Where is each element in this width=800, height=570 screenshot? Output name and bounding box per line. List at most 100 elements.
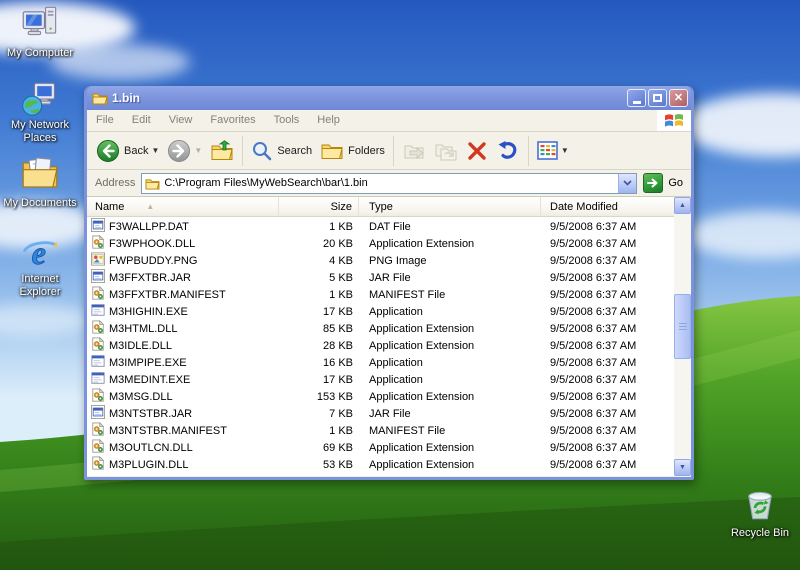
file-size: 53 KB [323,458,353,471]
file-name: M3NTSTBR.JAR [109,407,193,420]
forward-icon [168,139,191,162]
folders-button[interactable]: Folders [316,139,389,163]
menu-item-help[interactable]: Help [308,110,349,131]
address-input[interactable]: C:\Program Files\MyWebSearch\bar\1.bin [164,177,618,189]
file-type-icon [91,422,105,439]
desktop-icon-my-network-places[interactable]: My Network Places [0,80,80,146]
column-header-type[interactable]: Type [359,197,541,216]
desktop-icon-internet-explorer[interactable]: e Internet Explorer [0,234,80,300]
close-button[interactable]: ✕ [669,89,688,107]
menu-item-view[interactable]: View [160,110,202,131]
file-row[interactable]: M3IMPIPE.EXE 16 KB Application 9/5/2008 6:3… [87,354,674,371]
desktop-icon-my-documents[interactable]: My Documents [0,154,80,211]
file-row[interactable]: M3HIGHIN.EXE 17 KB Application 9/5/2008 6:3… [87,303,674,320]
views-button[interactable]: ▼ [533,139,573,162]
file-row[interactable]: M3FFXTBR.JAR 5 KB JAR File 9/5/2008 6:37 AM [87,269,674,286]
address-combo[interactable]: C:\Program Files\MyWebSearch\bar\1.bin [141,172,638,194]
scroll-up-button[interactable]: ▲ [674,197,691,214]
file-row[interactable]: FWPBUDDY.PNG 4 KB PNG Image 9/5/2008 6:37 A… [87,252,674,269]
column-header-name[interactable]: Name ▲ [87,197,279,216]
file-size: 1 KB [329,220,353,233]
toolbar-separator [527,135,529,166]
chevron-down-icon: ▼ [151,146,160,155]
file-type: JAR File [369,407,411,420]
go-arrow-icon [647,178,658,188]
chevron-down-icon [623,180,632,186]
file-type: Application Extension [369,339,475,352]
folder-icon [145,178,160,190]
file-row[interactable]: F3WPHOOK.DLL 20 KB Application Extension 9/… [87,235,674,252]
menu-item-favorites[interactable]: Favorites [201,110,264,131]
column-header-date-modified[interactable]: Date Modified [541,197,674,216]
file-row[interactable]: M3IDLE.DLL 28 KB Application Extension 9/5/… [87,337,674,354]
menu-item-file[interactable]: File [87,110,123,131]
file-list: Name ▲ Size Type Date Modified F3WALLPP.… [87,197,691,476]
file-row[interactable]: M3HTML.DLL 85 KB Application Extension 9/5/… [87,320,674,337]
minimize-button[interactable] [627,89,646,107]
sort-ascending-icon: ▲ [146,202,155,211]
explorer-window: 1.bin ✕ File Edit View Favorites Tools Help [84,86,694,480]
search-button[interactable]: Search [247,138,316,164]
file-date-modified: 9/5/2008 6:37 AM [550,458,637,471]
file-date-modified: 9/5/2008 6:37 AM [550,305,637,318]
file-date-modified: 9/5/2008 6:37 AM [550,271,637,284]
file-type: Application [369,373,423,386]
menu-item-tools[interactable]: Tools [265,110,309,131]
file-date-modified: 9/5/2008 6:37 AM [550,424,637,437]
file-type: DAT File [369,220,411,233]
file-type-icon [91,235,105,252]
scrollbar-thumb[interactable] [674,294,691,359]
file-row[interactable]: F3WALLPP.DAT 1 KB DAT File 9/5/2008 6:37 AM [87,218,674,235]
address-dropdown-button[interactable] [618,173,637,193]
internet-explorer-icon: e [20,234,60,273]
file-row[interactable]: M3MEDINT.EXE 17 KB Application 9/5/2008 6:3… [87,371,674,388]
file-date-modified: 9/5/2008 6:37 AM [550,441,637,454]
file-type: Application Extension [369,390,475,403]
file-name: FWPBUDDY.PNG [109,254,198,267]
file-name: M3PLUGIN.DLL [109,458,189,471]
move-to-button[interactable] [398,138,430,164]
chevron-down-icon: ▼ [560,146,569,155]
file-row[interactable]: M3OUTLCN.DLL 69 KB Application Extension 9/… [87,439,674,456]
file-type-icon [91,337,105,354]
search-icon [253,141,272,160]
file-size: 1 KB [329,288,353,301]
title-bar[interactable]: 1.bin ✕ [87,86,691,110]
delete-button[interactable] [462,138,492,164]
file-name: M3FFXTBR.JAR [109,271,191,284]
vertical-scrollbar[interactable]: ▲ ▼ [674,197,691,476]
search-label: Search [277,144,313,157]
back-button[interactable]: Back ▼ [92,137,163,165]
desktop-icon-recycle-bin[interactable]: Recycle Bin [720,484,800,541]
toolbar: Back ▼ ▼ Search Folders ▼ [87,132,691,170]
file-size: 28 KB [323,339,353,352]
file-type: Application Extension [369,441,475,454]
my-computer-icon [20,4,60,42]
forward-button[interactable]: ▼ [163,137,206,165]
windows-flag-icon [665,113,683,127]
file-row[interactable]: M3NTSTBR.MANIFEST 1 KB MANIFEST File 9/5/20… [87,422,674,439]
desktop-icon-my-computer[interactable]: My Computer [0,4,80,61]
maximize-button[interactable] [648,89,667,107]
scroll-down-button[interactable]: ▼ [674,459,691,476]
column-header-size[interactable]: Size [279,197,359,216]
file-date-modified: 9/5/2008 6:37 AM [550,288,637,301]
up-folder-icon [211,139,233,160]
file-type-icon [91,320,105,337]
undo-button[interactable] [492,138,524,164]
delete-icon [468,141,486,160]
file-row[interactable]: M3PLUGIN.DLL 53 KB Application Extension 9/… [87,456,674,473]
desktop-icon-label: My Computer [6,47,74,59]
copy-to-icon [435,144,457,160]
menu-item-edit[interactable]: Edit [123,110,160,131]
file-row[interactable]: M3NTSTBR.JAR 7 KB JAR File 9/5/2008 6:37 AM [87,405,674,422]
go-button[interactable] [643,173,664,193]
up-button[interactable] [206,138,238,164]
desktop: My Computer My Network Places My Documents… [0,0,800,570]
file-row[interactable]: M3MSG.DLL 153 KB Application Extension 9/5/… [87,388,674,405]
file-type-icon [91,388,105,405]
file-type-icon [91,354,105,371]
file-name: M3NTSTBR.MANIFEST [109,424,227,437]
file-row[interactable]: M3FFXTBR.MANIFEST 1 KB MANIFEST File 9/5/20… [87,286,674,303]
copy-to-button[interactable] [430,138,462,164]
